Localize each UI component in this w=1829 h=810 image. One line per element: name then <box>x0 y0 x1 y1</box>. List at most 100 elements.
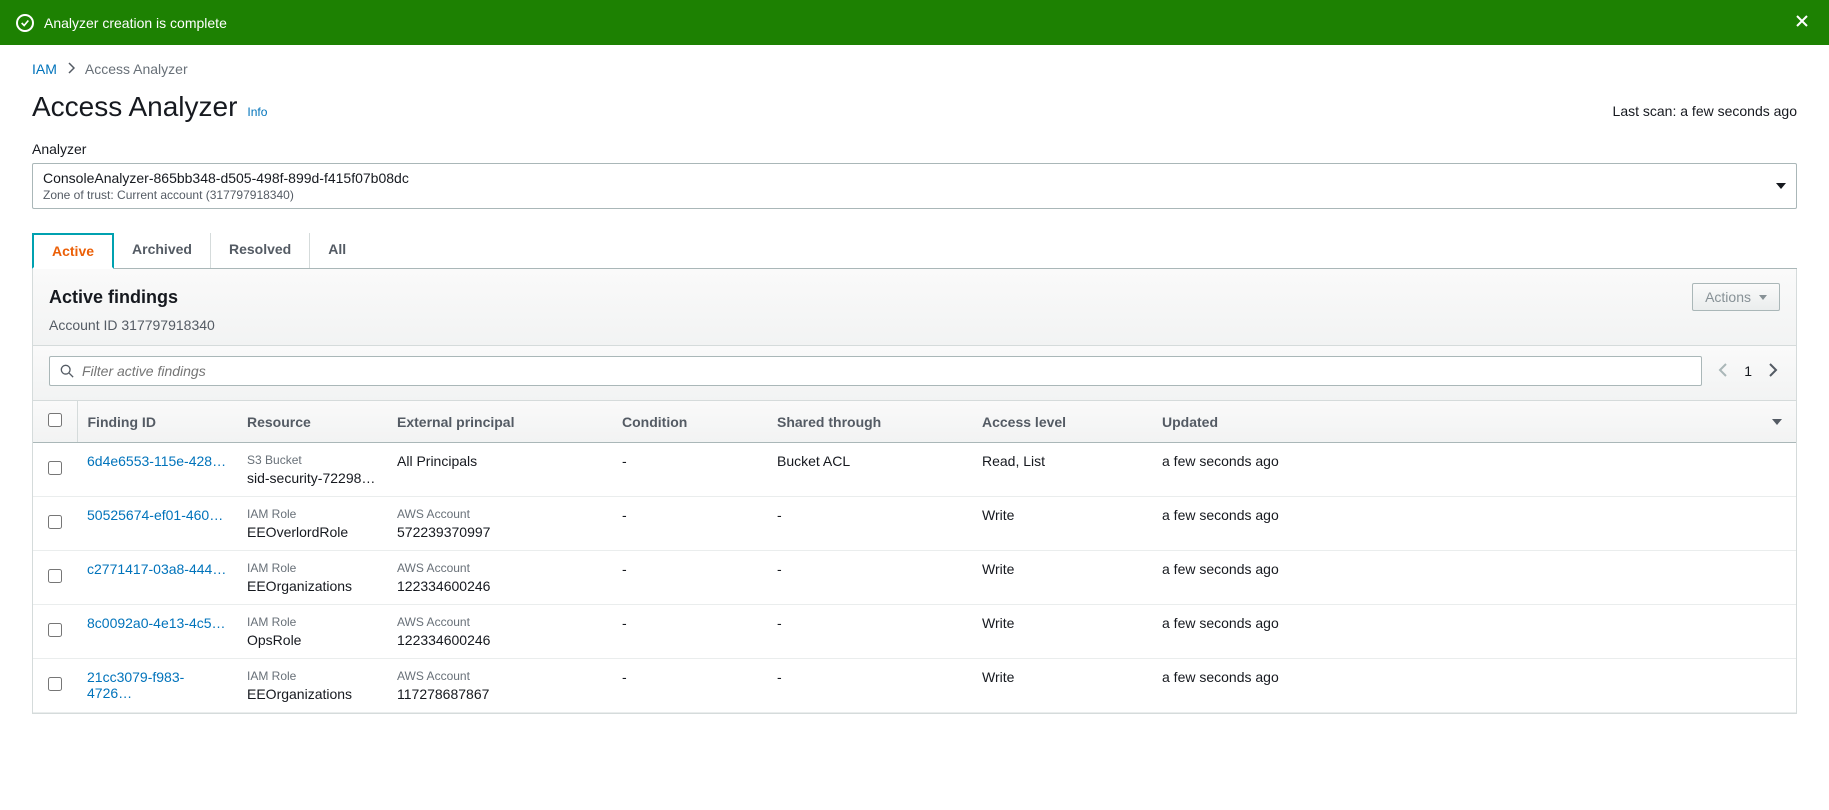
notification-bar: Analyzer creation is complete <box>0 0 1829 45</box>
table-row: 50525674-ef01-460… IAM Role EEOverlordRole… <box>33 497 1796 551</box>
col-external-principal[interactable]: External principal <box>387 401 612 443</box>
resource-type: IAM Role <box>247 507 377 521</box>
info-link[interactable]: Info <box>247 105 267 119</box>
panel-title: Active findings <box>49 287 178 308</box>
col-shared-through[interactable]: Shared through <box>767 401 972 443</box>
col-updated[interactable]: Updated <box>1152 401 1796 443</box>
updated-cell: a few seconds ago <box>1152 497 1796 551</box>
shared-through-cell: - <box>767 497 972 551</box>
select-all-checkbox[interactable] <box>48 413 62 427</box>
external-principal-name: 122334600246 <box>397 632 602 648</box>
resource-name: EEOrganizations <box>247 686 377 702</box>
resource-type: IAM Role <box>247 615 377 629</box>
updated-cell: a few seconds ago <box>1152 659 1796 713</box>
table-row: c2771417-03a8-444…IAM RoleEEOrganization… <box>33 551 1796 605</box>
row-checkbox[interactable] <box>48 515 62 529</box>
analyzer-label: Analyzer <box>32 141 1797 157</box>
notification-message: Analyzer creation is complete <box>44 15 1791 31</box>
table-header-row: Finding ID Resource External principal C… <box>33 401 1796 443</box>
breadcrumb: IAM Access Analyzer <box>32 61 1797 77</box>
tab-archived[interactable]: Archived <box>114 233 211 268</box>
condition-cell: - <box>612 443 767 497</box>
table-row: 8c0092a0-4e13-4c5… IAM Role OpsRole AWS Acc… <box>33 605 1796 659</box>
tab-all[interactable]: All <box>310 233 364 268</box>
resource-name: sid-security-72298… <box>247 470 377 486</box>
access-level-cell: Write <box>972 551 1152 605</box>
chevron-down-icon <box>1759 295 1767 300</box>
external-principal-type: AWS Account <box>397 669 602 683</box>
external-principal-name: 122334600246 <box>397 578 602 594</box>
resource-type: S3 Bucket <box>247 453 377 467</box>
analyzer-dropdown[interactable]: ConsoleAnalyzer-865bb348-d505-498f-899d-… <box>32 163 1797 209</box>
row-checkbox[interactable] <box>48 569 62 583</box>
col-condition[interactable]: Condition <box>612 401 767 443</box>
chevron-right-icon <box>67 61 75 77</box>
table-row: 6d4e6553-115e-428… S3 Bucket sid-security-… <box>33 443 1796 497</box>
page-header: Access Analyzer Info Last scan: a few se… <box>32 91 1797 123</box>
updated-cell: a few seconds ago <box>1152 443 1796 497</box>
access-level-cell: Read, List <box>972 443 1152 497</box>
prev-page-button[interactable] <box>1716 361 1730 382</box>
finding-id-link[interactable]: 8c0092a0-4e13-4c5… <box>87 615 226 631</box>
access-level-cell: Write <box>972 497 1152 551</box>
shared-through-cell: Bucket ACL <box>767 443 972 497</box>
filter-input[interactable] <box>82 363 1691 379</box>
shared-through-cell: - <box>767 551 972 605</box>
row-checkbox[interactable] <box>48 461 62 475</box>
resource-name: OpsRole <box>247 632 377 648</box>
tab-resolved[interactable]: Resolved <box>211 233 310 268</box>
search-icon <box>60 364 74 378</box>
updated-cell: a few seconds ago <box>1152 605 1796 659</box>
page-title: Access Analyzer <box>32 91 237 123</box>
col-access-level[interactable]: Access level <box>972 401 1152 443</box>
col-finding-id[interactable]: Finding ID <box>77 401 237 443</box>
condition-cell: - <box>612 605 767 659</box>
finding-id-link[interactable]: c2771417-03a8-444… <box>87 561 226 577</box>
condition-cell: - <box>612 659 767 713</box>
findings-panel: Active findings Actions Account ID 31779… <box>32 269 1797 714</box>
finding-id-link[interactable]: 50525674-ef01-460… <box>87 507 223 523</box>
next-page-button[interactable] <box>1766 361 1780 382</box>
finding-id-link[interactable]: 21cc3079-f983-4726… <box>87 669 184 701</box>
condition-cell: - <box>612 551 767 605</box>
actions-label: Actions <box>1705 289 1751 305</box>
table-row: 21cc3079-f983-4726… IAM Role EEOrganizatio… <box>33 659 1796 713</box>
tab-active[interactable]: Active <box>32 233 114 269</box>
pagination: 1 <box>1716 361 1780 382</box>
breadcrumb-root[interactable]: IAM <box>32 61 57 77</box>
findings-table: Finding ID Resource External principal C… <box>33 401 1796 713</box>
sort-desc-icon <box>1772 419 1782 425</box>
external-principal-type: AWS Account <box>397 615 602 629</box>
actions-button[interactable]: Actions <box>1692 283 1780 311</box>
breadcrumb-current: Access Analyzer <box>85 61 188 77</box>
select-all-header <box>33 401 77 443</box>
filter-input-wrapper[interactable] <box>49 356 1702 386</box>
row-checkbox[interactable] <box>48 677 62 691</box>
account-id: Account ID 317797918340 <box>49 317 1780 333</box>
external-principal-name: All Principals <box>397 453 602 469</box>
shared-through-cell: - <box>767 659 972 713</box>
analyzer-name: ConsoleAnalyzer-865bb348-d505-498f-899d-… <box>43 170 1776 186</box>
row-checkbox[interactable] <box>48 623 62 637</box>
tabs: Active Archived Resolved All <box>32 233 1797 269</box>
last-scan-text: Last scan: a few seconds ago <box>1613 103 1797 119</box>
condition-cell: - <box>612 497 767 551</box>
filter-row: 1 <box>33 346 1796 401</box>
finding-id-link[interactable]: 6d4e6553-115e-428… <box>87 453 226 469</box>
analyzer-zone: Zone of trust: Current account (31779791… <box>43 188 1776 202</box>
success-check-icon <box>16 14 34 32</box>
resource-type: IAM Role <box>247 669 377 683</box>
resource-type: IAM Role <box>247 561 377 575</box>
col-resource[interactable]: Resource <box>237 401 387 443</box>
resource-name: EEOverlordRole <box>247 524 377 540</box>
shared-through-cell: - <box>767 605 972 659</box>
access-level-cell: Write <box>972 659 1152 713</box>
page-number: 1 <box>1744 363 1752 379</box>
panel-header: Active findings Actions Account ID 31779… <box>33 269 1796 346</box>
close-icon[interactable] <box>1791 10 1813 35</box>
chevron-down-icon <box>1776 183 1786 189</box>
access-level-cell: Write <box>972 605 1152 659</box>
external-principal-type: AWS Account <box>397 507 602 521</box>
external-principal-type: AWS Account <box>397 561 602 575</box>
external-principal-name: 572239370997 <box>397 524 602 540</box>
